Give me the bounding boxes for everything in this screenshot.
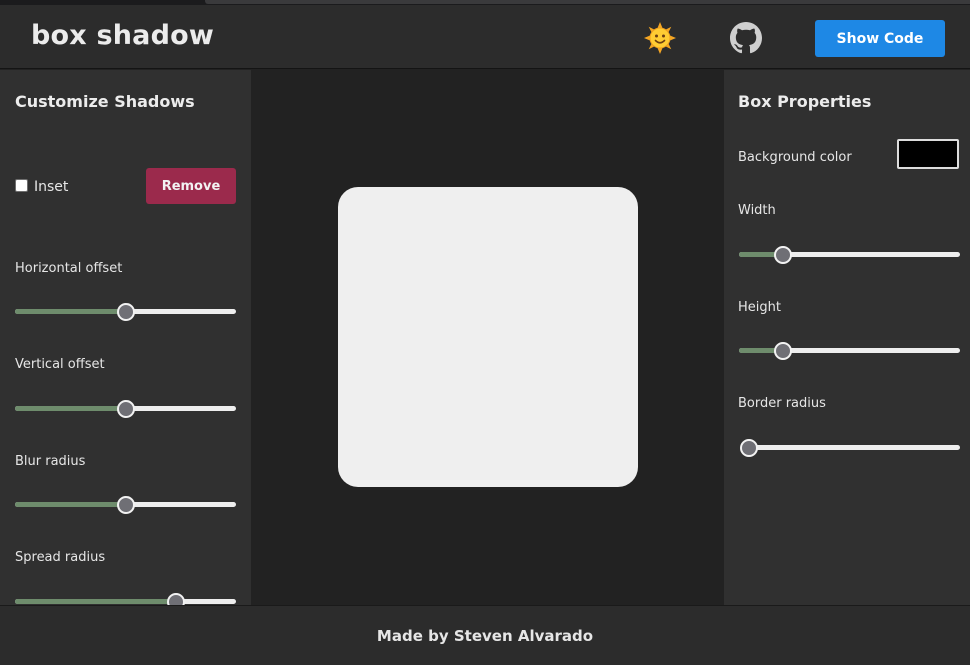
blur-radius-slider[interactable]	[15, 496, 236, 514]
slider-fill	[15, 502, 126, 507]
github-icon[interactable]	[730, 22, 762, 54]
box-properties-panel: Box Properties Background color Width He…	[724, 70, 970, 605]
show-code-button[interactable]: Show Code	[815, 20, 945, 57]
width-label: Width	[738, 203, 776, 218]
slider-thumb[interactable]	[740, 439, 758, 457]
width-slider[interactable]	[739, 246, 960, 264]
horizontal-offset-slider[interactable]	[15, 303, 236, 321]
box-panel-title: Box Properties	[738, 92, 872, 111]
browser-tab	[205, 0, 970, 4]
blur-radius-label: Blur radius	[15, 454, 86, 469]
vertical-offset-label: Vertical offset	[15, 357, 105, 372]
remove-shadow-button[interactable]: Remove	[146, 168, 236, 204]
inset-label: Inset	[34, 179, 69, 195]
slider-thumb[interactable]	[116, 496, 135, 514]
spread-radius-slider[interactable]	[15, 593, 236, 605]
slider-thumb[interactable]	[116, 303, 135, 321]
height-label: Height	[738, 300, 781, 315]
spread-radius-label: Spread radius	[15, 550, 106, 565]
height-slider[interactable]	[739, 342, 960, 360]
app-title: box shadow	[31, 20, 215, 51]
app-header: box shadow Show Code	[0, 5, 970, 69]
app-footer: Made by Steven Alvarado	[0, 605, 970, 665]
preview-area	[251, 70, 724, 605]
shadow-panel-title: Customize Shadows	[15, 92, 195, 111]
sun-face-icon[interactable]	[644, 22, 676, 54]
slider-track	[749, 445, 960, 450]
slider-thumb[interactable]	[167, 593, 186, 605]
slider-thumb[interactable]	[116, 400, 135, 418]
slider-thumb[interactable]	[774, 246, 793, 264]
shadow-panel: Customize Shadows Inset Remove Horizonta…	[0, 70, 251, 605]
slider-fill	[15, 599, 177, 604]
horizontal-offset-label: Horizontal offset	[15, 261, 123, 276]
slider-fill	[15, 406, 126, 411]
preview-box	[338, 187, 638, 487]
background-color-label: Background color	[738, 150, 852, 165]
slider-thumb[interactable]	[774, 342, 793, 360]
vertical-offset-slider[interactable]	[15, 400, 236, 418]
border-radius-label: Border radius	[738, 396, 826, 411]
border-radius-slider[interactable]	[740, 439, 960, 457]
background-color-picker[interactable]	[897, 139, 959, 169]
slider-fill	[15, 309, 126, 314]
inset-checkbox[interactable]	[15, 179, 28, 192]
footer-credit: Made by Steven Alvarado	[376, 627, 594, 645]
